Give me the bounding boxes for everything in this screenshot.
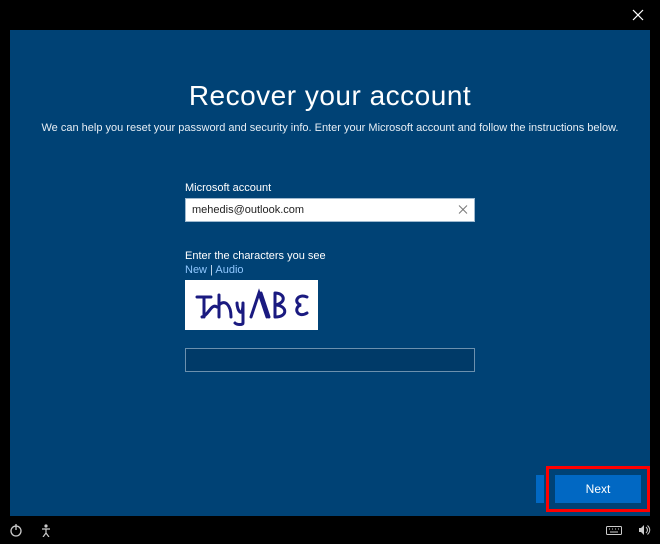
keyboard-icon[interactable]: [606, 522, 622, 538]
account-input[interactable]: [185, 198, 475, 222]
captcha-input[interactable]: [185, 348, 475, 372]
taskbar: [0, 516, 660, 544]
accessibility-icon[interactable]: [38, 522, 54, 538]
volume-icon[interactable]: [636, 522, 652, 538]
power-icon[interactable]: [8, 522, 24, 538]
captcha-label: Enter the characters you see: [185, 250, 475, 262]
prev-button-edge[interactable]: [536, 475, 544, 503]
main-panel: Recover your account We can help you res…: [10, 30, 650, 516]
next-highlight: Next: [546, 466, 650, 512]
next-button[interactable]: Next: [555, 475, 641, 503]
clear-input-icon[interactable]: [455, 203, 471, 218]
page-title: Recover your account: [10, 80, 650, 112]
close-button[interactable]: [624, 1, 652, 29]
captcha-image: [185, 280, 318, 330]
page-subtitle: We can help you reset your password and …: [10, 122, 650, 134]
captcha-new-link[interactable]: New: [185, 264, 207, 276]
account-label: Microsoft account: [185, 182, 475, 194]
captcha-audio-link[interactable]: Audio: [215, 264, 243, 276]
